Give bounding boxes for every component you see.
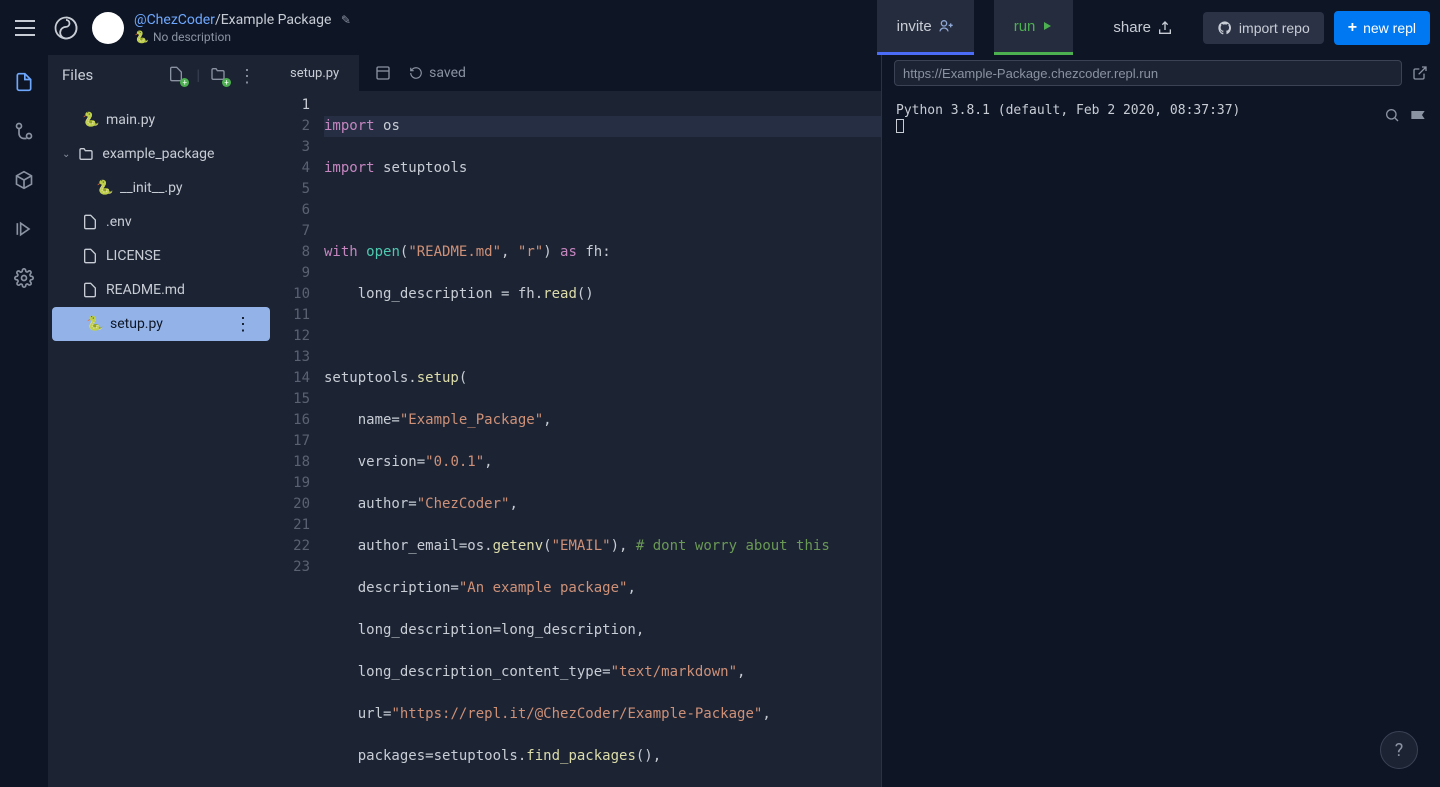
new-folder-icon[interactable]: +: [210, 66, 228, 84]
python-file-icon: 🐍: [82, 112, 98, 128]
search-icon[interactable]: [1384, 107, 1400, 123]
user-plus-icon: [938, 18, 954, 34]
code-editor[interactable]: 1234567891011121314151617181920212223 im…: [270, 91, 881, 787]
history-icon: [409, 66, 423, 80]
editor-tabs: setup.py saved: [270, 55, 881, 91]
python-file-icon: 🐍: [96, 180, 112, 196]
hamburger-menu-icon[interactable]: [10, 13, 40, 43]
project-info: @ChezCoder/Example Package ✎ 🐍 No descri…: [134, 12, 351, 44]
run-button[interactable]: run: [994, 0, 1074, 55]
invite-button[interactable]: invite: [877, 0, 974, 55]
new-file-icon[interactable]: +: [168, 66, 186, 84]
file-item-setup-py[interactable]: 🐍 setup.py ⋮: [52, 307, 270, 341]
header: @ChezCoder/Example Package ✎ 🐍 No descri…: [0, 0, 1440, 55]
console-prompt: [896, 118, 1426, 133]
file-icon: [82, 214, 98, 230]
file-tree-more-icon[interactable]: ⋮: [238, 66, 256, 84]
folder-icon: [78, 146, 94, 162]
help-button[interactable]: ?: [1380, 731, 1418, 769]
layout-icon[interactable]: [371, 61, 395, 85]
file-item-license[interactable]: LICENSE: [48, 239, 270, 273]
console-output[interactable]: Python 3.8.1 (default, Feb 2 2020, 08:37…: [882, 91, 1440, 787]
files-rail-icon[interactable]: [12, 70, 36, 94]
github-icon: [1217, 20, 1233, 36]
project-description: 🐍 No description: [134, 30, 351, 44]
project-name: Example Package: [221, 12, 332, 28]
new-repl-button[interactable]: + new repl: [1334, 11, 1430, 45]
debug-rail-icon[interactable]: [12, 217, 36, 241]
chevron-down-icon: ⌄: [62, 149, 70, 160]
open-external-icon[interactable]: [1412, 65, 1428, 81]
play-icon: [1041, 20, 1053, 32]
settings-rail-icon[interactable]: [12, 266, 36, 290]
version-control-rail-icon[interactable]: [12, 119, 36, 143]
file-icon: [82, 248, 98, 264]
output-pane: Python 3.8.1 (default, Feb 2 2020, 08:37…: [881, 55, 1440, 787]
editor-pane: setup.py saved 1234567891011121314151617…: [270, 55, 881, 787]
file-tree: Files + | + ⋮ 🐍 main.py ⌄ example_packag…: [48, 55, 270, 787]
python-file-icon: 🐍: [86, 316, 102, 332]
file-item-example-package[interactable]: ⌄ example_package: [48, 137, 270, 171]
project-title: @ChezCoder/Example Package ✎: [134, 12, 351, 28]
pencil-icon[interactable]: ✎: [341, 13, 351, 27]
replit-logo-icon[interactable]: [50, 12, 82, 44]
code-content[interactable]: import os import setuptools with open("R…: [324, 91, 881, 787]
tag-icon[interactable]: [1410, 107, 1426, 123]
python-icon: 🐍: [134, 30, 149, 44]
share-icon: [1157, 20, 1173, 36]
avatar[interactable]: [92, 12, 124, 44]
header-center-actions: invite run share: [877, 0, 1193, 55]
file-tree-header: Files + | + ⋮: [48, 55, 270, 95]
cursor-icon: [896, 119, 904, 133]
editor-tab-setup-py[interactable]: setup.py: [270, 55, 359, 91]
output-url-input[interactable]: [894, 60, 1402, 86]
username-link[interactable]: @ChezCoder: [134, 12, 215, 28]
file-item-env[interactable]: .env: [48, 205, 270, 239]
left-rail: [0, 55, 48, 787]
saved-status: saved: [409, 65, 466, 81]
files-label: Files: [62, 66, 93, 84]
file-more-icon[interactable]: ⋮: [234, 314, 256, 335]
console-line: Python 3.8.1 (default, Feb 2 2020, 08:37…: [896, 103, 1426, 118]
file-list: 🐍 main.py ⌄ example_package 🐍 __init__.p…: [48, 95, 270, 341]
file-item-main-py[interactable]: 🐍 main.py: [48, 103, 270, 137]
packages-rail-icon[interactable]: [12, 168, 36, 192]
file-item-readme[interactable]: README.md: [48, 273, 270, 307]
output-header: [882, 55, 1440, 91]
share-button[interactable]: share: [1093, 0, 1193, 55]
file-icon: [82, 282, 98, 298]
import-repo-button[interactable]: import repo: [1203, 12, 1324, 44]
plus-icon: +: [1348, 19, 1357, 37]
file-item-init-py[interactable]: 🐍 __init__.py: [48, 171, 270, 205]
line-gutter: 1234567891011121314151617181920212223: [270, 91, 324, 787]
header-right-actions: import repo + new repl: [1203, 11, 1430, 45]
